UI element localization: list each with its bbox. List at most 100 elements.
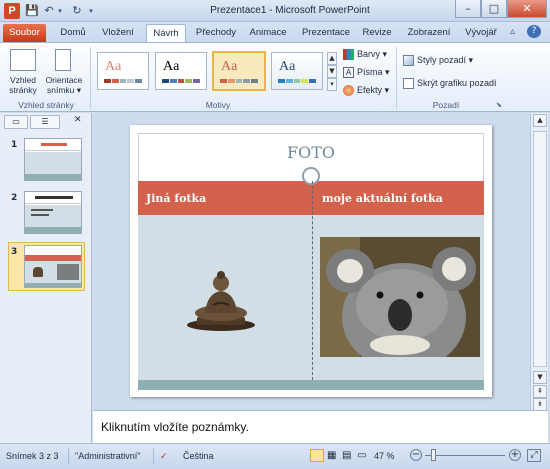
tab-developer[interactable]: Vývojář <box>461 24 501 42</box>
status-separator <box>68 448 69 464</box>
slideshow-view-icon[interactable]: ▭ <box>357 450 366 461</box>
redo-icon[interactable]: ↻ <box>70 4 84 18</box>
gallery-scroll-up[interactable]: ▲ <box>327 52 337 65</box>
colors-icon <box>343 49 354 61</box>
scroll-thumb[interactable] <box>533 131 547 367</box>
orientation-icon <box>55 49 71 71</box>
left-heading[interactable]: Jiná fotka <box>146 192 206 205</box>
slide-title[interactable]: FOTO <box>130 143 492 162</box>
zoom-level[interactable]: 47 % <box>374 451 395 461</box>
dialog-launcher-icon[interactable]: ⬊ <box>496 101 502 109</box>
title-ornament-circle <box>302 167 320 185</box>
tab-file[interactable]: Soubor <box>3 24 46 42</box>
tab-home[interactable]: Domů <box>55 24 91 42</box>
status-bar: Snímek 3 z 3 "Administrativní" ✓ Čeština… <box>0 443 550 469</box>
effects-button[interactable]: Efekty ▾ <box>343 83 389 97</box>
theme-name[interactable]: "Administrativní" <box>75 451 140 461</box>
theme-tile-blue[interactable]: Aa <box>271 52 323 90</box>
close-button[interactable]: ✕ <box>507 0 547 18</box>
scroll-up-button[interactable]: ▲ <box>533 114 547 127</box>
themes-group-label: Motivy <box>205 100 231 110</box>
undo-icon[interactable]: ↶ <box>42 4 56 18</box>
scroll-down-button[interactable]: ▼ <box>533 371 547 384</box>
slide-number: 3 <box>11 247 18 257</box>
gallery-scroll-down[interactable]: ▼ <box>327 65 337 78</box>
zoom-in-icon[interactable]: + <box>509 449 521 461</box>
tab-insert[interactable]: Vložení <box>97 24 139 42</box>
group-separator <box>90 47 91 109</box>
background-styles-button[interactable]: Styly pozadí ▾ <box>403 53 473 67</box>
orientation-label: Orientace snímku ▾ <box>45 75 83 95</box>
fit-to-window-icon[interactable]: ⤢ <box>527 449 541 462</box>
hide-background-label: Skrýt grafiku pozadí <box>417 78 497 88</box>
background-styles-icon <box>403 55 414 67</box>
slide-canvas[interactable]: FOTO Jiná fotka moje aktuální fotka <box>130 125 492 397</box>
slide-thumbnail-1[interactable] <box>24 138 82 181</box>
zoom-out-icon[interactable]: − <box>410 449 422 461</box>
colors-button[interactable]: Barvy ▾ <box>343 47 387 61</box>
normal-view-icon[interactable] <box>310 449 324 462</box>
slide-orientation-button[interactable]: Orientace snímku ▾ <box>42 47 86 101</box>
page-setup-icon <box>10 49 36 71</box>
background-styles-label: Styly pozadí ▾ <box>417 55 474 65</box>
tab-slides[interactable]: ▭ <box>4 115 28 129</box>
help-icon[interactable]: ? <box>527 25 541 38</box>
language-label[interactable]: Čeština <box>183 451 214 461</box>
ribbon-tabs: Soubor Domů Vložení Návrh Přechody Anima… <box>0 22 550 42</box>
reading-view-icon[interactable]: ▤ <box>342 450 351 461</box>
effects-icon <box>343 85 354 97</box>
zoom-slider-track[interactable] <box>425 455 505 456</box>
previous-slide-button[interactable]: ⇞ <box>533 385 547 398</box>
tab-view[interactable]: Zobrazení <box>403 24 455 42</box>
slides-panel: ▭ ☰ ✕ 1 2 3 <box>0 113 92 443</box>
slide-number: 2 <box>11 193 18 203</box>
slide-thumbnail-3[interactable] <box>24 245 82 288</box>
powerpoint-logo-icon[interactable]: P <box>4 3 20 19</box>
minimize-button[interactable]: – <box>455 0 481 18</box>
window-title: Prezentace1 - Microsoft PowerPoint <box>210 5 370 16</box>
slide-counter: Snímek 3 z 3 <box>6 451 59 461</box>
theme-tile-current[interactable]: Aa <box>97 52 149 90</box>
ribbon-design: Vzhled stránky Orientace snímku ▾ Vzhled… <box>0 42 550 112</box>
close-panel-icon[interactable]: ✕ <box>74 115 82 125</box>
tab-animations[interactable]: Animace <box>245 24 291 42</box>
maximize-button[interactable]: □ <box>481 0 507 18</box>
status-separator <box>153 448 154 464</box>
tab-transitions[interactable]: Přechody <box>191 24 241 42</box>
group-separator <box>396 47 397 109</box>
gallery-more[interactable]: ▾ <box>327 78 337 91</box>
fonts-button[interactable]: A Písma ▾ <box>343 65 390 79</box>
buddha-statue-image[interactable] <box>185 267 257 333</box>
customize-qat-icon[interactable]: ▾ <box>87 4 95 18</box>
effects-label: Efekty ▾ <box>357 85 390 95</box>
footer-band <box>138 380 484 390</box>
title-bar: P 💾 ↶ ▾ ↻ ▾ Prezentace1 - Microsoft Powe… <box>0 0 550 22</box>
notes-placeholder[interactable]: Kliknutím vložíte poznámky. <box>101 420 249 434</box>
tab-review[interactable]: Revize <box>358 24 396 42</box>
koala-photo-image[interactable] <box>320 237 480 357</box>
theme-tile-selected[interactable]: Aa <box>212 51 266 91</box>
theme-tile-office[interactable]: Aa <box>155 52 207 90</box>
right-heading[interactable]: moje aktuální fotka <box>322 192 443 205</box>
fonts-label: Písma ▾ <box>357 67 390 77</box>
minimize-ribbon-icon[interactable]: ▵ <box>510 26 515 37</box>
tab-slideshow[interactable]: Prezentace <box>297 24 355 42</box>
vertical-scrollbar[interactable]: ▲ ▼ ⇞ ⇟ <box>530 113 548 411</box>
column-divider <box>312 181 313 380</box>
slide-number: 1 <box>11 140 18 150</box>
slide-sorter-icon[interactable]: ▦ <box>327 450 336 461</box>
slide-thumbnail-2[interactable] <box>24 191 82 234</box>
tab-design[interactable]: Návrh <box>146 24 186 42</box>
page-setup-group-label: Vzhled stránky <box>18 100 74 110</box>
checkbox-icon <box>403 78 414 90</box>
page-setup-button[interactable]: Vzhled stránky <box>6 47 40 101</box>
zoom-slider-thumb[interactable] <box>431 449 436 461</box>
save-icon[interactable]: 💾 <box>25 4 39 18</box>
fonts-icon: A <box>343 67 354 79</box>
undo-dropdown-icon[interactable]: ▾ <box>56 4 64 18</box>
notes-pane[interactable]: Kliknutím vložíte poznámky. <box>93 410 548 443</box>
spell-check-icon[interactable]: ✓ <box>160 451 168 462</box>
tab-outline[interactable]: ☰ <box>30 115 60 129</box>
colors-label: Barvy ▾ <box>357 49 388 59</box>
hide-background-graphics-checkbox[interactable]: Skrýt grafiku pozadí <box>403 76 497 90</box>
